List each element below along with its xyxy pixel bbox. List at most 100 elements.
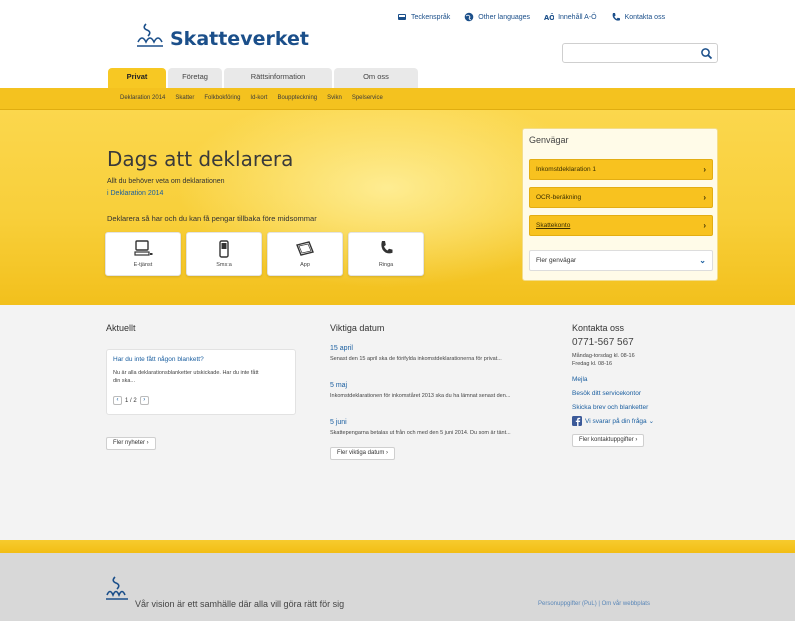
sub-navigation: Deklaration 2014 Skatter Folkbokföring I…: [0, 88, 795, 110]
mobile-phone-icon: [219, 240, 229, 258]
utility-contact[interactable]: Kontakta oss: [611, 12, 665, 22]
date-item: 15 april Senast den 15 april ska de föri…: [330, 337, 550, 363]
contact-phone: 0771-567 567: [572, 337, 634, 348]
subnav-item[interactable]: Skatter: [175, 95, 194, 101]
brand-name: Skatteverket: [170, 28, 309, 50]
news-title: Aktuellt: [106, 323, 136, 333]
button-label: Fler viktiga datum: [337, 450, 385, 456]
utility-label: Innehåll A-Ö: [558, 13, 597, 21]
subnav-item[interactable]: Deklaration 2014: [120, 95, 165, 101]
news-carousel: Har du inte fått någon blankett? Nu är a…: [106, 349, 296, 415]
tile-app[interactable]: App: [267, 232, 343, 276]
main-tabs: Privat Företag Rättsinformation Om oss: [0, 66, 795, 88]
news-column: Aktuellt Har du inte fått någon blankett…: [106, 323, 298, 450]
button-label: Fler kontaktuppgifter: [579, 437, 634, 443]
utility-sign-language[interactable]: Teckenspråk: [397, 12, 450, 22]
contact-link[interactable]: Skicka brev och blanketter: [572, 404, 722, 411]
chevron-down-icon: ⌄: [648, 418, 655, 425]
subnav-item[interactable]: Folkbokföring: [204, 95, 240, 101]
phone-icon: [381, 241, 393, 254]
tab-privat[interactable]: Privat: [108, 68, 166, 88]
news-body: Nu är alla deklarationsblanketter utskic…: [113, 370, 259, 384]
brand-logo[interactable]: Skatteverket: [132, 20, 309, 52]
sign-language-icon: [398, 14, 406, 20]
shortcut-label: Skattekonto: [536, 222, 571, 229]
declare-options: E-tjänst Sms:a App Ringa: [105, 232, 429, 276]
more-dates-button[interactable]: Fler viktiga datum ›: [330, 447, 396, 460]
tile-label: App: [300, 262, 310, 268]
date-label[interactable]: 5 maj: [330, 382, 347, 389]
header: Skatteverket Teckenspråk Other languages…: [0, 0, 795, 88]
next-icon[interactable]: ›: [139, 396, 149, 405]
chevron-down-icon: ⌄: [699, 256, 706, 265]
subnav-item[interactable]: Spelservice: [352, 95, 383, 101]
dates-column: Viktiga datum 15 april Senast den 15 apr…: [330, 323, 550, 460]
globe-icon: [464, 12, 474, 22]
utility-other-languages[interactable]: Other languages: [464, 12, 530, 22]
tab-rattsinformation[interactable]: Rättsinformation: [224, 68, 332, 88]
subnav-item[interactable]: Bouppteckning: [277, 95, 317, 101]
shortcuts-panel: Genvägar Inkomstdeklaration 1 › OCR-berä…: [522, 128, 718, 281]
utility-label: Kontakta oss: [624, 13, 666, 21]
tile-sms[interactable]: Sms:a: [186, 232, 262, 276]
tab-foretag[interactable]: Företag: [168, 68, 222, 88]
tile-ringa[interactable]: Ringa: [348, 232, 424, 276]
button-label: Fler nyheter: [113, 440, 146, 446]
footer-stripe: [0, 540, 795, 553]
tile-e-tjanst[interactable]: E-tjänst: [105, 232, 181, 276]
more-news-button[interactable]: Fler nyheter ›: [106, 437, 156, 450]
tablet-icon: [296, 241, 314, 256]
subnav-item[interactable]: Svikn: [327, 95, 342, 101]
facebook-link[interactable]: Vi svarar på din fråga ⌄: [572, 416, 722, 426]
hero-subtitle: Allt du behöver veta om deklarationen: [107, 178, 225, 185]
page: Skatteverket Teckenspråk Other languages…: [0, 0, 795, 621]
chevron-right-icon: ›: [703, 165, 706, 174]
tile-label: Sms:a: [216, 262, 232, 268]
date-item: 5 maj Inkomstdeklarationen för inkomstår…: [330, 374, 550, 400]
contact-column: Kontakta oss 0771-567 567 Måndag-torsdag…: [572, 323, 722, 447]
footer: Vår vision är ett samhälle där alla vill…: [0, 553, 795, 621]
date-label[interactable]: 5 juni: [330, 419, 347, 426]
facebook-label: Vi svarar på din fråga: [585, 417, 647, 425]
shortcut-item[interactable]: Skattekonto ›: [529, 215, 713, 236]
pager-count: 1 / 2: [125, 397, 137, 404]
shortcuts-title: Genvägar: [529, 135, 569, 145]
prev-icon[interactable]: ‹: [113, 396, 122, 405]
contact-hours: Fredag kl. 08-16: [572, 361, 613, 367]
contact-link[interactable]: Besök ditt servicekontor: [572, 390, 722, 397]
search-input[interactable]: [567, 47, 697, 64]
date-text: Inkomstdeklarationen för inkomståret 201…: [330, 393, 511, 399]
svg-text:AÖ: AÖ: [544, 13, 554, 22]
shortcut-label: Inkomstdeklaration 1: [536, 166, 596, 173]
shortcut-item[interactable]: OCR-beräkning ›: [529, 187, 713, 208]
shortcut-label: OCR-beräkning: [536, 194, 582, 201]
tab-om-oss[interactable]: Om oss: [334, 68, 418, 88]
date-text: Skattepengarna betalas ut från och med d…: [330, 430, 511, 436]
utility-links: Teckenspråk Other languages AÖ Innehåll …: [397, 12, 679, 22]
utility-a-z[interactable]: AÖ Innehåll A-Ö: [544, 12, 597, 22]
date-item: 5 juni Skattepengarna betalas ut från oc…: [330, 411, 550, 437]
shortcut-label: Fler genvägar: [536, 257, 577, 264]
hero-title: Dags att deklarera: [107, 147, 294, 171]
news-headline[interactable]: Har du inte fått någon blankett?: [113, 356, 204, 363]
search-icon[interactable]: [700, 47, 713, 60]
contact-link[interactable]: Mejla: [572, 376, 722, 383]
chevron-right-icon: ›: [703, 193, 706, 202]
info-section: Aktuellt Har du inte fått någon blankett…: [0, 305, 795, 545]
utility-label: Other languages: [478, 13, 531, 21]
more-contact-button[interactable]: Fler kontaktuppgifter ›: [572, 434, 645, 447]
dates-title: Viktiga datum: [330, 323, 385, 333]
more-shortcuts-item[interactable]: Fler genvägar ⌄: [529, 250, 713, 271]
subnav-item[interactable]: Id-kort: [250, 95, 267, 101]
skatteverket-crown-icon: [106, 576, 128, 600]
hero-tagline: Deklarera så har och du kan få pengar ti…: [107, 214, 317, 223]
hero-link[interactable]: i Deklaration 2014: [107, 190, 163, 197]
date-label[interactable]: 15 april: [330, 345, 353, 352]
contact-hours: Måndag-torsdag kl. 08-16: [572, 353, 635, 359]
search-box: [562, 43, 718, 64]
tile-label: E-tjänst: [133, 262, 153, 268]
chevron-right-icon: ›: [703, 221, 706, 230]
footer-links[interactable]: Personuppgifter (PuL) | Om vår webbplats: [538, 601, 650, 607]
facebook-icon: [572, 416, 582, 426]
shortcut-item[interactable]: Inkomstdeklaration 1 ›: [529, 159, 713, 180]
